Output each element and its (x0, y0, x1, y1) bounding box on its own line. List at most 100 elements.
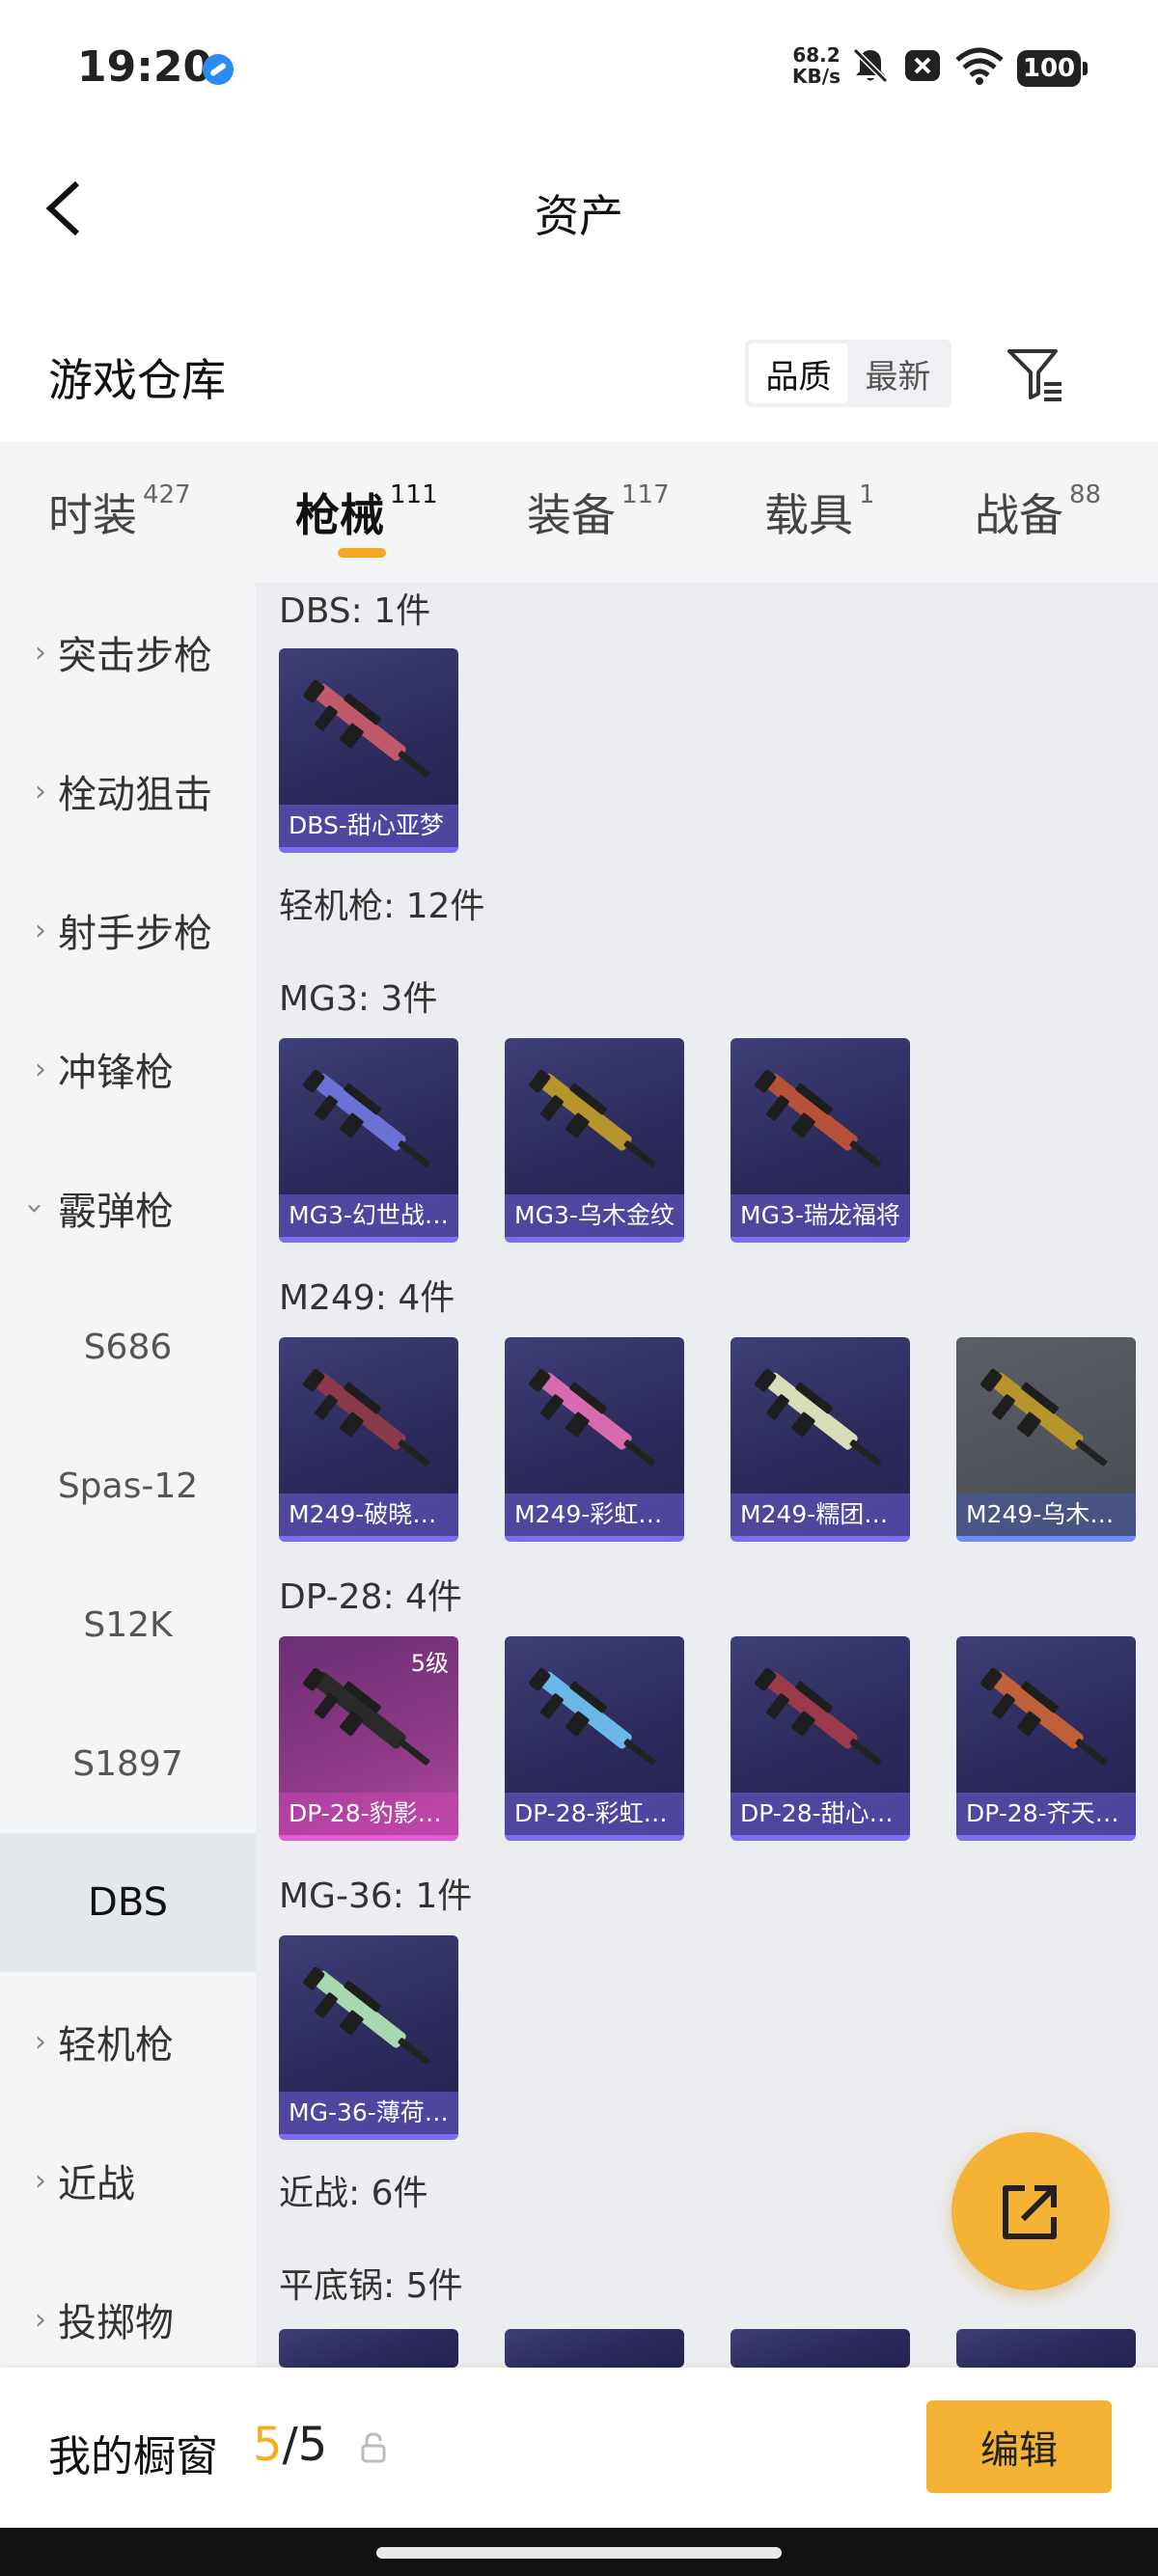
weapon-type-sidebar: › 突击步枪 › 栓动狙击 › 射手步枪 › 冲锋枪 › 霰弹枪 S686 Spas-12… (0, 583, 256, 2368)
sidebar-item-label: 近战 (58, 2162, 135, 2206)
weapon-skin-image (755, 1667, 882, 1766)
tab-vehicles[interactable]: 载具 1 (764, 480, 875, 544)
net-speed-value: 68.2 (792, 43, 841, 67)
status-bar: 19:20 68.2 KB/s 100 (0, 0, 1158, 135)
weapon-skin-image (303, 1966, 430, 2065)
sidebar-item-bolt-sniper[interactable]: › 栓动狙击 (0, 722, 256, 861)
item-card-label: MG3-乌木金纹 (505, 1194, 684, 1237)
chevron-right-icon: › (35, 2024, 46, 2059)
edit-button[interactable]: 编辑 (926, 2400, 1112, 2493)
tab-count: 117 (621, 480, 670, 509)
sidebar-subitem-spas12[interactable]: Spas-12 (0, 1416, 256, 1555)
item-card-label: DP-28-齐天… (956, 1793, 1136, 1835)
item-card[interactable]: DP-28-齐天… (956, 1636, 1136, 1841)
showcase-count-current: 5 (253, 2418, 283, 2472)
weapon-skin-image (529, 1368, 656, 1466)
share-external-icon (1003, 2185, 1057, 2239)
showcase-count: 5/5 (253, 2418, 327, 2472)
sidebar-subitem-s686[interactable]: S686 (0, 1277, 256, 1416)
group-header-mg3: MG3: 3件 (279, 979, 438, 1019)
showcase-count-sep: / (282, 2418, 298, 2472)
tab-firearms[interactable]: 枪械 111 (295, 480, 438, 544)
sidebar-item-label: 栓动狙击 (58, 773, 212, 817)
item-card-partial[interactable] (956, 2329, 1136, 2368)
weapon-skin-image (980, 1368, 1108, 1466)
group-header-dp28: DP-28: 4件 (279, 1577, 462, 1617)
sidebar-item-assault-rifle[interactable]: › 突击步枪 (0, 583, 256, 722)
item-card[interactable]: M249-乌木… (956, 1337, 1136, 1542)
mute-bell-icon (852, 47, 889, 84)
sidebar-item-shotgun[interactable]: › 霰弹枪 (0, 1138, 256, 1277)
showcase-count-total: 5 (297, 2418, 328, 2472)
chevron-right-icon: › (35, 774, 46, 808)
sort-quality-button[interactable]: 品质 (749, 343, 848, 403)
sidebar-item-marksman-rifle[interactable]: › 射手步枪 (0, 861, 256, 1000)
group-header-dbs: DBS: 1件 (279, 591, 431, 631)
chevron-right-icon: › (35, 913, 46, 947)
tab-count: 427 (143, 480, 191, 509)
item-card-label: M249-乌木… (956, 1494, 1136, 1536)
sidebar-item-throwables[interactable]: › 投掷物 (0, 2250, 256, 2368)
showcase-title: 我的橱窗 (48, 2432, 218, 2481)
item-card-partial[interactable] (279, 2329, 458, 2368)
item-card[interactable]: MG3-瑞龙福将 (731, 1038, 910, 1243)
category-tabs: 时装 427 枪械 111 装备 117 载具 1 战备 88 (0, 442, 1158, 583)
sidebar-item-melee[interactable]: › 近战 (0, 2111, 256, 2250)
status-time: 19:20 (77, 42, 213, 92)
tab-count: 88 (1069, 480, 1102, 509)
sidebar-item-label: 轻机枪 (58, 2023, 174, 2068)
item-card[interactable]: MG3-乌木金纹 (505, 1038, 684, 1243)
weapon-skin-image (303, 679, 430, 778)
item-card[interactable]: DBS-甜心亚梦 (279, 648, 458, 853)
tab-label: 枪械 (295, 489, 384, 541)
item-card[interactable]: DP-28-甜心… (731, 1636, 910, 1841)
item-card-label: DBS-甜心亚梦 (279, 805, 458, 847)
item-card[interactable]: M249-破晓… (279, 1337, 458, 1542)
app-root: 19:20 68.2 KB/s 100 资产 游戏仓库 品质 最新 时装 427… (0, 0, 1158, 2576)
filter-icon[interactable] (1004, 343, 1065, 405)
weapon-skin-image (529, 1667, 656, 1766)
item-card-partial[interactable] (731, 2329, 910, 2368)
sidebar-item-label: 冲锋枪 (58, 1051, 174, 1095)
wifi-icon (955, 47, 1004, 85)
item-card[interactable]: M249-糯团… (731, 1337, 910, 1542)
item-card-label: M249-破晓… (279, 1494, 458, 1536)
sidebar-subitem-s12k[interactable]: S12K (0, 1555, 256, 1694)
item-card-partial[interactable] (505, 2329, 684, 2368)
tab-label: 装备 (527, 489, 616, 541)
active-tab-indicator (338, 548, 386, 558)
chevron-right-icon: › (35, 2302, 46, 2337)
category-header-melee: 近战: 6件 (279, 2174, 428, 2213)
item-card[interactable]: M249-彩虹… (505, 1337, 684, 1542)
weapon-skin-image (529, 1069, 656, 1167)
item-card-label: DP-28-豹影… (279, 1793, 458, 1835)
item-card-label: M249-糯团… (731, 1494, 910, 1536)
sidebar-item-lmg[interactable]: › 轻机枪 (0, 1972, 256, 2111)
item-card[interactable]: 5级 DP-28-豹影… (279, 1636, 458, 1841)
showcase-bar: 我的橱窗 5/5 编辑 (0, 2368, 1158, 2528)
tab-count: 1 (859, 480, 875, 509)
item-card[interactable]: MG3-幻世战… (279, 1038, 458, 1243)
sort-newest-button[interactable]: 最新 (848, 343, 948, 403)
sidebar-item-label: 投掷物 (58, 2301, 174, 2345)
chevron-right-icon: › (35, 2163, 46, 2198)
tab-label: 战备 (975, 489, 1063, 541)
tab-supplies[interactable]: 战备 88 (975, 480, 1101, 544)
home-gesture-bar[interactable] (376, 2547, 782, 2559)
category-header-lmg: 轻机枪: 12件 (279, 887, 485, 926)
warehouse-title: 游戏仓库 (48, 354, 226, 406)
level-badge: 5级 (410, 1650, 449, 1677)
sidebar-item-smg[interactable]: › 冲锋枪 (0, 1000, 256, 1138)
item-card-label: DP-28-彩虹… (505, 1793, 684, 1835)
item-card[interactable]: DP-28-彩虹… (505, 1636, 684, 1841)
tab-equipment[interactable]: 装备 117 (527, 480, 670, 544)
group-header-pan: 平底锅: 5件 (279, 2266, 463, 2306)
item-card-label: MG3-瑞龙福将 (731, 1194, 910, 1237)
sidebar-subitem-dbs[interactable]: DBS (0, 1833, 256, 1972)
item-card[interactable]: MG-36-薄荷… (279, 1935, 458, 2140)
share-button[interactable] (951, 2132, 1110, 2290)
tab-fashion[interactable]: 时装 427 (48, 480, 191, 544)
sidebar-subitem-s1897[interactable]: S1897 (0, 1694, 256, 1833)
chevron-down-icon: › (17, 1202, 52, 1214)
sidebar-item-label: 突击步枪 (58, 634, 212, 678)
